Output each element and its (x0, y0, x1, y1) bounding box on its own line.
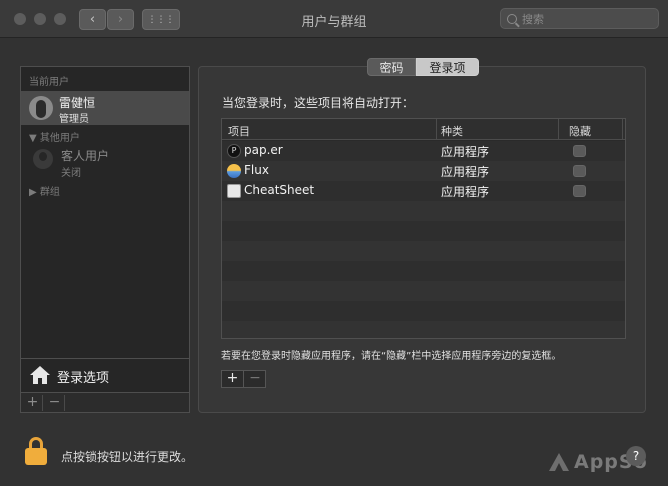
hide-checkbox[interactable] (573, 185, 586, 197)
item-name: Flux (244, 163, 269, 177)
house-icon (30, 366, 50, 384)
item-kind: 应用程序 (441, 185, 490, 199)
empty-row (222, 321, 625, 338)
empty-row (222, 261, 625, 281)
disclosure-down-icon: ▼ (29, 133, 37, 144)
user-item-current[interactable]: 雷健恒 管理员 (21, 91, 189, 125)
search-field[interactable]: 搜索 (500, 8, 659, 29)
item-kind: 应用程序 (441, 145, 490, 159)
item-name: pap.er (244, 143, 283, 157)
appso-logo-icon (549, 453, 569, 471)
flux-app-icon (227, 164, 241, 178)
table-row[interactable]: Flux 应用程序 (222, 161, 625, 181)
empty-row (222, 281, 625, 301)
item-name: CheatSheet (244, 183, 315, 197)
avatar (29, 96, 53, 120)
column-divider (436, 119, 437, 140)
paper-app-icon: P (227, 144, 241, 158)
guest-user-status: 关闭 (61, 168, 81, 179)
add-login-item-button[interactable]: + (222, 371, 244, 387)
lock-icon[interactable] (25, 437, 47, 465)
table-row[interactable]: CheatSheet 应用程序 (222, 181, 625, 201)
current-users-heading: 当前用户 (29, 77, 69, 88)
remove-login-item-button[interactable]: − (244, 371, 266, 387)
guest-user-name[interactable]: 客人用户 (61, 147, 109, 164)
empty-row (222, 241, 625, 261)
tab-login-items[interactable]: 登录项 (416, 58, 479, 76)
help-button[interactable]: ? (626, 446, 646, 466)
search-placeholder: 搜索 (522, 12, 544, 26)
login-items-table: 项目 种类 隐藏 P pap.er 应用程序 Flux 应用程序 CheatSh… (221, 118, 626, 339)
empty-row (222, 301, 625, 321)
search-icon (507, 13, 517, 24)
column-divider (558, 119, 559, 140)
empty-row (222, 201, 625, 221)
title-bar: ‹ › ⋮⋮⋮ 用户与群组 搜索 (0, 0, 668, 38)
user-role: 管理员 (59, 114, 89, 125)
disclosure-right-icon: ▶ (29, 187, 37, 198)
column-header-kind[interactable]: 种类 (441, 123, 463, 139)
table-row[interactable]: P pap.er 应用程序 (222, 141, 625, 161)
guest-avatar-icon (33, 149, 53, 169)
login-options-label: 登录选项 (57, 371, 110, 386)
add-user-button[interactable]: + (23, 395, 43, 411)
lock-hint-text: 点按锁按钮以进行更改。 (61, 450, 194, 464)
hide-hint-text: 若要在您登录时隐藏应用程序，请在“隐藏”栏中选择应用程序旁边的复选框。 (221, 351, 562, 362)
login-items-toolbar: + − (221, 370, 266, 388)
table-header: 项目 种类 隐藏 (222, 119, 625, 140)
hide-checkbox[interactable] (573, 165, 586, 177)
tab-password[interactable]: 密码 (367, 58, 416, 76)
remove-user-button[interactable]: − (45, 395, 65, 411)
column-header-item[interactable]: 项目 (228, 123, 250, 139)
column-divider (622, 119, 623, 140)
hide-checkbox[interactable] (573, 145, 586, 157)
column-header-hide[interactable]: 隐藏 (569, 123, 591, 139)
item-kind: 应用程序 (441, 165, 490, 179)
cheatsheet-app-icon (227, 184, 241, 198)
groups-heading[interactable]: ▶ 群组 (29, 183, 60, 198)
login-items-heading: 当您登录时，这些项目将自动打开： (222, 96, 415, 110)
user-list-panel: 当前用户 雷健恒 管理员 ▼ 其他用户 客人用户 关闭 ▶ 群组 登录选项 + … (20, 66, 190, 413)
login-options-item[interactable]: 登录选项 (21, 358, 189, 392)
other-users-heading[interactable]: ▼ 其他用户 (29, 129, 80, 144)
user-name: 雷健恒 (59, 96, 96, 110)
empty-row (222, 221, 625, 241)
user-list-toolbar: + − (21, 392, 189, 412)
